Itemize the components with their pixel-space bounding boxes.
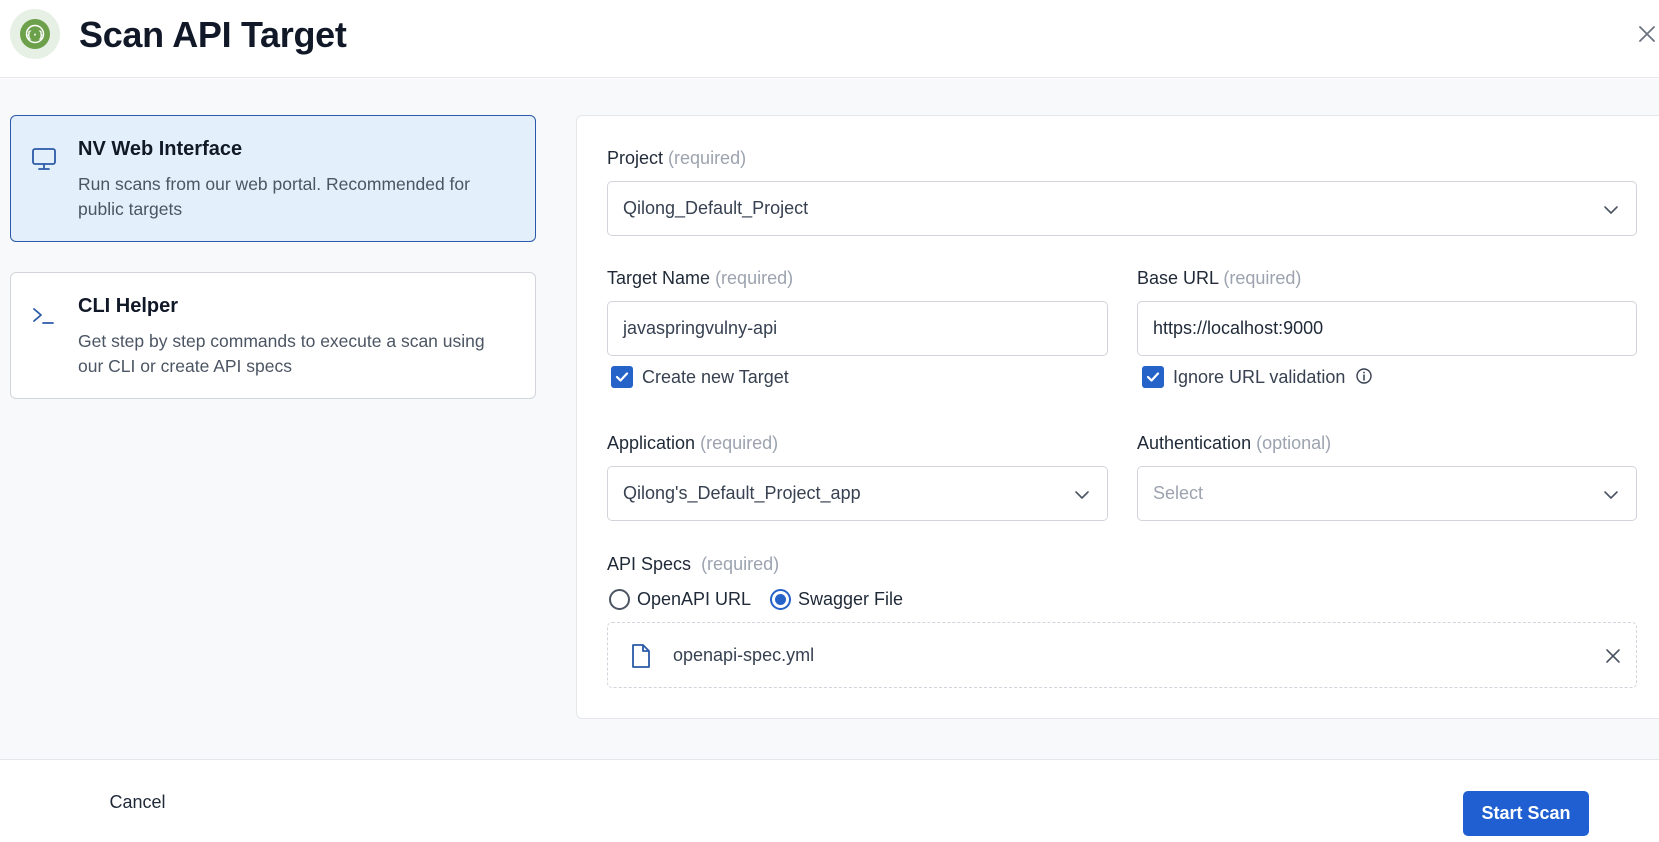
chevron-down-icon [1604,206,1618,214]
cancel-button[interactable]: Cancel [90,782,185,822]
dialog-header: {·} Scan API Target [0,0,1659,78]
option-description: Run scans from our web portal. Recommend… [78,174,470,219]
radio-swagger-file-label: Swagger File [798,589,904,609]
api-specs-label: API Specs (required) [607,554,780,574]
create-new-target-label: Create new Target [642,367,789,387]
option-description: Get step by step commands to execute a s… [78,331,485,376]
remove-file-icon[interactable] [1604,647,1622,665]
uploaded-file-box: openapi-spec.yml [607,622,1637,688]
base-url-value: https://localhost:9000 [1153,318,1324,338]
target-name-label: Target Name (required) [607,268,794,288]
option-title: NV Web Interface [78,138,243,160]
option-card-web-interface[interactable]: NV Web Interface Run scans from our web … [10,115,536,242]
project-select[interactable]: Qilong_Default_Project [607,181,1637,236]
close-icon[interactable] [1635,22,1659,46]
monitor-icon [31,146,57,172]
radio-openapi-url-label: OpenAPI URL [637,589,752,609]
application-select[interactable]: Qilong's_Default_Project_app [607,466,1108,521]
ignore-url-validation-checkbox[interactable] [1142,366,1164,388]
project-value: Qilong_Default_Project [623,198,809,218]
authentication-label: Authentication (optional) [1137,433,1332,453]
option-title: CLI Helper [78,295,179,317]
info-icon[interactable] [1355,367,1373,385]
page-title: Scan API Target [79,14,347,55]
ignore-url-validation-label: Ignore URL validation [1173,367,1346,387]
target-name-input[interactable]: javaspringvulny-api [607,301,1108,356]
file-icon [630,643,652,669]
create-new-target-checkbox[interactable] [611,366,633,388]
radio-openapi-url[interactable] [609,589,630,610]
application-label: Application (required) [607,433,779,453]
terminal-prompt-icon [31,303,57,329]
project-label: Project (required) [607,148,747,168]
chevron-down-icon [1075,491,1089,499]
base-url-input[interactable]: https://localhost:9000 [1137,301,1637,356]
svg-text:{·}: {·} [26,30,44,41]
start-scan-button[interactable]: Start Scan [1463,791,1589,836]
authentication-placeholder: Select [1153,483,1204,503]
api-braces-icon: {·} [10,9,60,59]
chevron-down-icon [1604,491,1618,499]
radio-swagger-file[interactable] [770,589,791,610]
authentication-select[interactable]: Select [1137,466,1637,521]
dialog-footer: Cancel Start Scan [0,759,1659,842]
file-name: openapi-spec.yml [673,645,815,665]
application-value: Qilong's_Default_Project_app [623,483,861,503]
target-name-value: javaspringvulny-api [623,318,778,338]
option-card-cli-helper[interactable]: CLI Helper Get step by step commands to … [10,272,536,399]
base-url-label: Base URL (required) [1137,268,1302,288]
